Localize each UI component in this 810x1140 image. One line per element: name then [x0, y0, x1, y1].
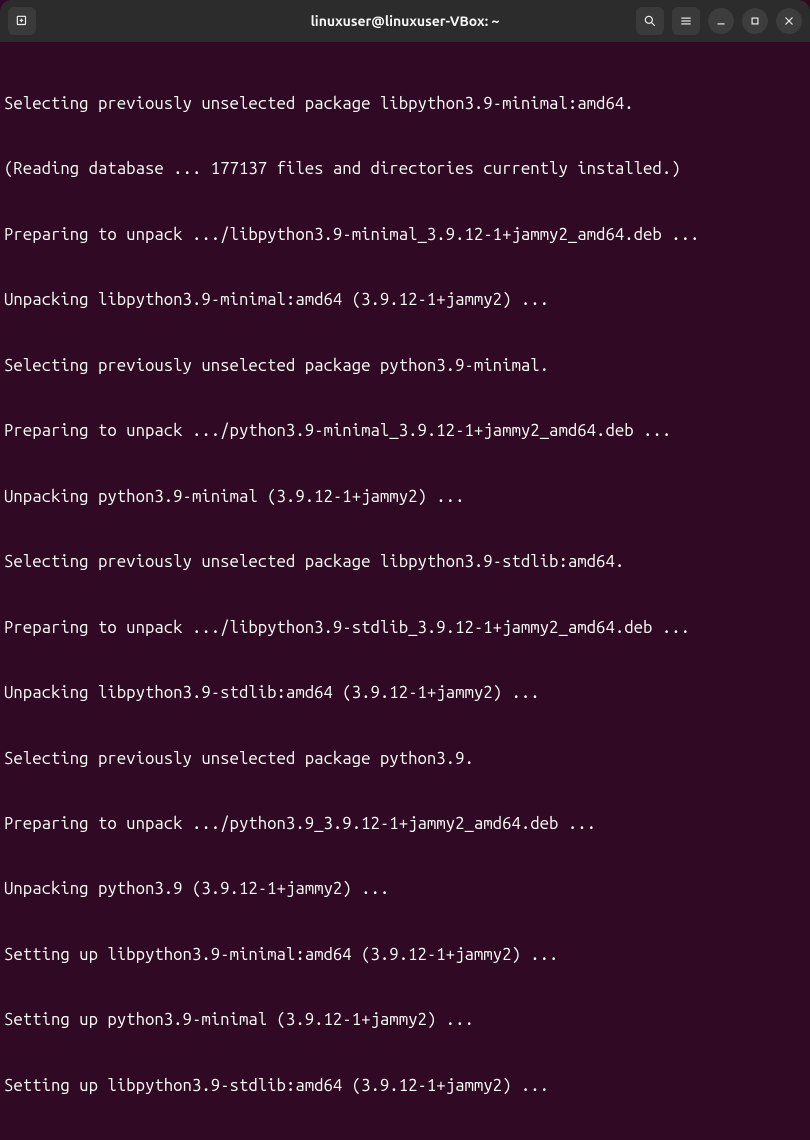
terminal-line: Preparing to unpack .../python3.9_3.9.12… — [4, 813, 806, 835]
terminal-line: Unpacking libpython3.9-minimal:amd64 (3.… — [4, 289, 806, 311]
terminal-line: Preparing to unpack .../libpython3.9-std… — [4, 617, 806, 639]
hamburger-icon — [679, 14, 693, 28]
terminal-line: Selecting previously unselected package … — [4, 355, 806, 377]
maximize-button[interactable] — [742, 8, 768, 34]
new-tab-icon — [15, 14, 29, 28]
maximize-icon — [748, 14, 762, 28]
search-button[interactable] — [636, 7, 664, 35]
terminal-line: Preparing to unpack .../libpython3.9-min… — [4, 224, 806, 246]
new-tab-button[interactable] — [8, 7, 36, 35]
minimize-icon — [714, 14, 728, 28]
close-icon — [782, 14, 796, 28]
search-icon — [643, 14, 657, 28]
window-title: linuxuser@linuxuser-VBox: ~ — [311, 13, 500, 29]
terminal-line: Unpacking python3.9 (3.9.12-1+jammy2) ..… — [4, 878, 806, 900]
titlebar: linuxuser@linuxuser-VBox: ~ — [0, 0, 810, 42]
terminal-line: Preparing to unpack .../python3.9-minima… — [4, 420, 806, 442]
minimize-button[interactable] — [708, 8, 734, 34]
terminal-viewport[interactable]: Selecting previously unselected package … — [0, 42, 810, 1140]
terminal-line: Unpacking python3.9-minimal (3.9.12-1+ja… — [4, 486, 806, 508]
titlebar-left — [8, 7, 36, 35]
titlebar-right — [636, 7, 802, 35]
terminal-line: Selecting previously unselected package … — [4, 93, 806, 115]
terminal-line: Setting up libpython3.9-stdlib:amd64 (3.… — [4, 1075, 806, 1097]
terminal-line: (Reading database ... 177137 files and d… — [4, 158, 806, 180]
menu-button[interactable] — [672, 7, 700, 35]
terminal-line: Unpacking libpython3.9-stdlib:amd64 (3.9… — [4, 682, 806, 704]
close-button[interactable] — [776, 8, 802, 34]
terminal-line: Setting up libpython3.9-minimal:amd64 (3… — [4, 944, 806, 966]
terminal-line: Setting up python3.9-minimal (3.9.12-1+j… — [4, 1009, 806, 1031]
terminal-line: Selecting previously unselected package … — [4, 748, 806, 770]
